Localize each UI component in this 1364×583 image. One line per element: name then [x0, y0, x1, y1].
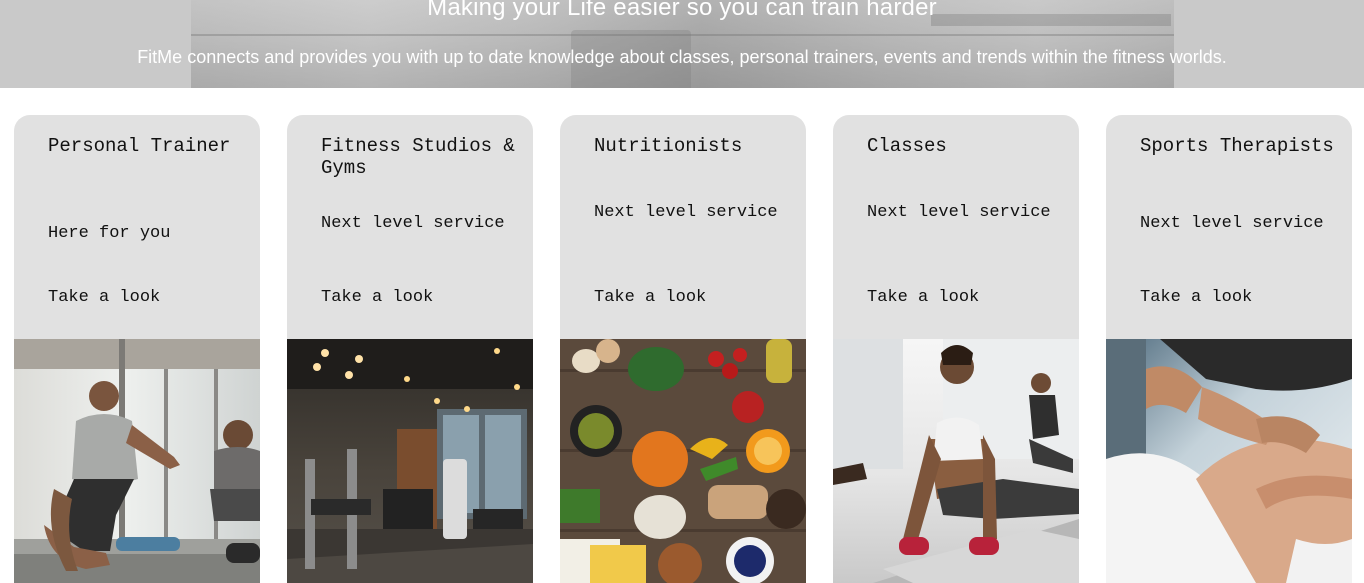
card-title: Nutritionists	[594, 135, 743, 157]
card-personal-trainer[interactable]: Personal Trainer Here for you Take a loo…	[14, 115, 260, 583]
hero-banner: Making your Life easier so you can train…	[0, 0, 1364, 88]
gym-interior-photo	[287, 339, 533, 583]
hero-subtitle: FitMe connects and provides you with up …	[137, 47, 1227, 67]
massage-therapy-photo	[1106, 339, 1352, 583]
card-title: Classes	[867, 135, 947, 157]
take-a-look-link[interactable]: Take a look	[48, 287, 160, 309]
card-fitness-studios-gyms[interactable]: Fitness Studios & Gyms Next level servic…	[287, 115, 533, 583]
card-title: Personal Trainer	[48, 135, 231, 157]
card-sports-therapists[interactable]: Sports Therapists Next level service Tak…	[1106, 115, 1352, 583]
card-nutritionists[interactable]: Nutritionists Next level service Take a …	[560, 115, 806, 583]
hero-title: Making your Life easier so you can train…	[427, 0, 937, 21]
healthy-food-photo	[560, 339, 806, 583]
card-classes[interactable]: Classes Next level service Take a look	[833, 115, 1079, 583]
card-subtitle: Next level service	[594, 203, 778, 222]
take-a-look-link[interactable]: Take a look	[594, 287, 706, 309]
card-subtitle: Next level service	[867, 203, 1051, 222]
card-subtitle: Next level service	[1140, 214, 1324, 233]
card-subtitle: Here for you	[48, 224, 171, 243]
personal-trainer-photo	[14, 339, 260, 583]
card-subtitle: Next level service	[321, 214, 505, 233]
take-a-look-link[interactable]: Take a look	[1140, 287, 1252, 309]
card-title: Fitness Studios & Gyms	[321, 135, 515, 179]
take-a-look-link[interactable]: Take a look	[867, 287, 979, 309]
card-title: Sports Therapists	[1140, 135, 1334, 157]
yoga-class-photo	[833, 339, 1079, 583]
take-a-look-link[interactable]: Take a look	[321, 287, 433, 309]
